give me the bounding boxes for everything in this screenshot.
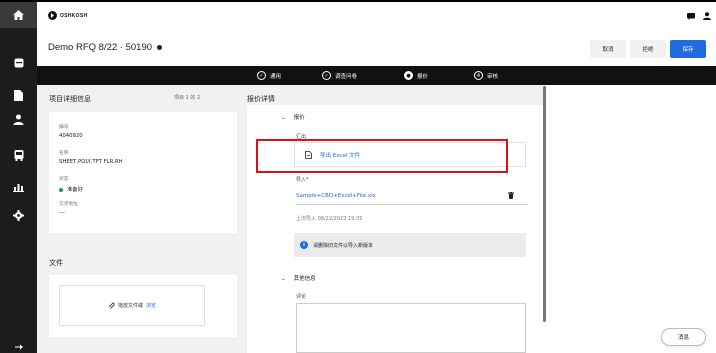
files-section-title: 文件 xyxy=(49,259,63,267)
page-title-text: Demo RFQ 8/22 · 50190 xyxy=(48,42,153,53)
header-icons xyxy=(687,12,711,20)
nav-analytics[interactable] xyxy=(0,174,37,200)
user-icon xyxy=(13,114,24,125)
status-text: 准备好 xyxy=(67,187,83,193)
bar-chart-icon xyxy=(13,184,24,192)
status-dot-icon xyxy=(157,45,163,50)
other-info-header[interactable]: ⌄ 其他信息 xyxy=(281,274,316,282)
field-label: 状态 xyxy=(59,177,69,182)
logo-text: OSHKOSH xyxy=(60,12,88,19)
main-area: 项目详细信息 项目 1 的 2 编号 4040920 名称 SHEET,POLY… xyxy=(37,85,549,353)
info-icon: i xyxy=(300,241,308,249)
chevron-down-icon: ⌄ xyxy=(281,276,286,282)
project-section-title: 项目详细信息 xyxy=(49,95,91,103)
nav-users[interactable] xyxy=(0,106,37,132)
scrollbar[interactable] xyxy=(543,86,546,322)
info-text: 请删除旧文件以导入新版本 xyxy=(313,242,374,249)
step-label: 通用 xyxy=(270,73,282,80)
field-value: 4040920 xyxy=(59,133,83,139)
field-label: 交货地址 xyxy=(59,202,79,207)
comment-textarea[interactable] xyxy=(296,303,526,353)
quote-section-title: 报价详情 xyxy=(247,95,275,103)
header-actions: 取消 拒绝 保存 xyxy=(590,40,706,58)
current-step-icon: ● xyxy=(404,71,413,80)
nav-rail xyxy=(0,2,37,353)
field-label: 编号 xyxy=(59,125,69,130)
step-label: 调查问卷 xyxy=(335,73,358,80)
file-dropzone[interactable]: 拖放文件或 浏览 xyxy=(59,285,205,326)
info-message: i 请删除旧文件以导入新版本 xyxy=(294,233,526,257)
project-column: 项目详细信息 项目 1 的 2 编号 4040920 名称 SHEET,POLY… xyxy=(47,85,245,353)
step-review[interactable]: 4 审核 xyxy=(474,66,498,85)
step-number: 4 xyxy=(474,71,483,80)
arrow-right-icon xyxy=(14,344,23,349)
other-info-title: 其他信息 xyxy=(293,276,316,282)
highlight-box xyxy=(256,139,508,173)
step-label: 报价 xyxy=(417,73,429,80)
step-quote[interactable]: ● 报价 xyxy=(404,66,428,85)
home-icon xyxy=(13,10,24,20)
quote-group-title: 报价 xyxy=(293,115,305,121)
gear-icon xyxy=(13,209,24,221)
import-file-row: Sample+CBD+Excel+File.xls xyxy=(296,187,528,205)
check-icon: ✓ xyxy=(257,71,266,80)
drop-text: 拖放文件或 xyxy=(117,303,143,309)
status-dot-icon xyxy=(59,187,63,192)
quote-column: 报价详情 ⌄ 报价 汇出 导出 Excel 文件 导入* Sample+CBD+E… xyxy=(247,85,549,353)
quote-group-header[interactable]: ⌄ 报价 xyxy=(281,113,305,121)
nav-documents[interactable] xyxy=(0,82,37,108)
status-value: 准备好 xyxy=(59,185,83,193)
step-questionnaire[interactable]: ✓ 调查问卷 xyxy=(322,66,357,85)
right-side-panel xyxy=(548,85,716,353)
messages-button[interactable]: 消息 xyxy=(661,328,706,346)
import-file-link[interactable]: Sample+CBD+Excel+File.xls xyxy=(296,193,375,199)
nav-transport[interactable] xyxy=(0,142,37,168)
save-button[interactable]: 保存 xyxy=(670,40,706,58)
step-label: 审核 xyxy=(487,73,499,80)
import-label: 导入* xyxy=(296,177,309,183)
nav-inbox[interactable] xyxy=(0,50,37,76)
nav-home[interactable] xyxy=(0,2,37,28)
company-logo: OSHKOSH xyxy=(48,11,87,20)
project-pager[interactable]: 项目 1 的 2 xyxy=(174,94,200,101)
reject-button[interactable]: 拒绝 xyxy=(630,40,666,58)
comment-label: 评论 xyxy=(296,294,307,300)
project-details-card: 编号 4040920 名称 SHEET,POLY,TFT FLR,RH 状态 准… xyxy=(49,112,237,233)
chevron-down-icon: ⌄ xyxy=(281,115,286,121)
chat-icon[interactable] xyxy=(687,12,695,20)
last-import-text: 上次导入 08/22/2022 19:35 xyxy=(296,216,363,222)
check-icon: ✓ xyxy=(322,71,331,80)
step-general[interactable]: ✓ 通用 xyxy=(257,66,281,85)
progress-stepper: ✓ 通用 ✓ 调查问卷 ● 报价 4 审核 xyxy=(37,66,716,85)
bus-icon xyxy=(14,149,23,161)
paperclip-icon xyxy=(108,302,115,309)
inbox-icon xyxy=(14,58,23,68)
browse-link[interactable]: 浏览 xyxy=(146,302,156,309)
page-title: Demo RFQ 8/22 · 50190 xyxy=(48,42,163,53)
page-header: OSHKOSH Demo RFQ 8/22 · 50190 取消 拒绝 保存 xyxy=(37,2,716,66)
document-icon xyxy=(14,89,23,101)
account-icon[interactable] xyxy=(703,12,711,20)
field-value: --- xyxy=(59,210,65,216)
logo-icon xyxy=(48,11,57,20)
field-value: SHEET,POLY,TFT FLR,RH xyxy=(59,159,123,165)
cancel-button[interactable]: 取消 xyxy=(590,40,626,58)
nav-expand[interactable] xyxy=(0,340,37,353)
nav-settings[interactable] xyxy=(0,202,37,228)
trash-icon[interactable] xyxy=(508,192,514,199)
files-card: 拖放文件或 浏览 xyxy=(49,275,237,337)
field-label: 名称 xyxy=(59,151,69,156)
